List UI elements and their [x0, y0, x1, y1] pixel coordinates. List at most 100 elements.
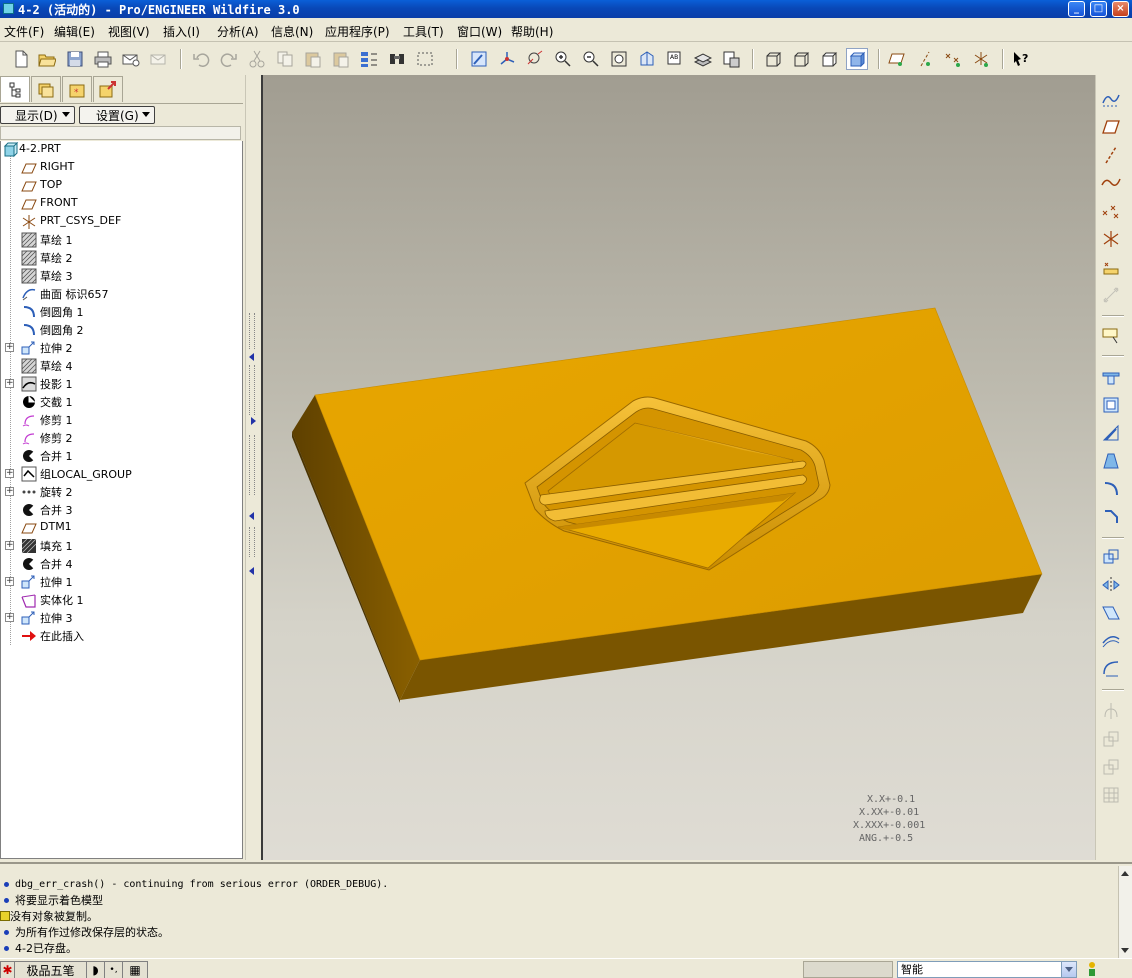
tree-node[interactable]: FRONT [1, 195, 241, 213]
select-box-icon[interactable] [414, 48, 436, 70]
tree-node[interactable]: + 填充 1 [1, 537, 241, 555]
soft-keyboard-icon[interactable]: ▦ [123, 962, 147, 978]
save-icon[interactable] [64, 48, 86, 70]
thicken-icon[interactable] [1099, 657, 1123, 681]
cut-icon[interactable] [246, 48, 268, 70]
saved-views-icon[interactable]: AB [664, 48, 686, 70]
copy-feature-icon[interactable] [1099, 545, 1123, 569]
menu-edit[interactable]: 编辑(E) [54, 23, 95, 40]
trim-tool-icon[interactable] [1099, 629, 1123, 653]
tree-node[interactable]: TOP [1, 177, 241, 195]
hole-icon[interactable] [1099, 365, 1123, 389]
panel-splitter[interactable] [245, 75, 258, 860]
merge-tool-icon[interactable] [1099, 601, 1123, 625]
half-width-icon[interactable]: ◗ [87, 962, 105, 978]
hidden-line-icon[interactable] [790, 48, 812, 70]
show-dropdown[interactable]: 显示(D) [0, 106, 75, 124]
tree-node[interactable]: 修剪 2 [1, 429, 241, 447]
tree-node[interactable]: 合并 4 [1, 555, 241, 573]
datum-curve-icon[interactable] [1099, 171, 1123, 195]
tree-node[interactable]: + 投影 1 [1, 375, 241, 393]
zoom-in-icon[interactable] [552, 48, 574, 70]
menu-view[interactable]: 视图(V) [108, 23, 150, 40]
paste-icon[interactable] [302, 48, 324, 70]
tab-connections[interactable] [93, 76, 123, 102]
copy-icon[interactable] [274, 48, 296, 70]
tree-node[interactable]: 曲面 标识657 [1, 285, 241, 303]
menu-insert[interactable]: 插入(I) [163, 23, 200, 40]
tree-node[interactable]: 交截 1 [1, 393, 241, 411]
regenerate-icon[interactable] [358, 48, 380, 70]
tree-node[interactable]: RIGHT [1, 159, 241, 177]
tree-node[interactable]: + 拉伸 2 [1, 339, 241, 357]
collapse-arrow-icon[interactable] [249, 567, 254, 575]
orient-icon[interactable] [524, 48, 546, 70]
repaint-icon[interactable] [468, 48, 490, 70]
menu-applications[interactable]: 应用程序(P) [325, 23, 390, 40]
expand-node-icon[interactable]: + [5, 577, 14, 586]
tree-node[interactable]: 在此插入 [1, 627, 241, 645]
draft-icon[interactable] [1099, 449, 1123, 473]
tree-node[interactable]: 合并 3 [1, 501, 241, 519]
open-folder-icon[interactable] [36, 48, 58, 70]
chevron-down-icon[interactable] [1061, 962, 1076, 977]
expand-node-icon[interactable]: + [5, 343, 14, 352]
tree-node[interactable]: + 旋转 2 [1, 483, 241, 501]
tree-node[interactable]: + 拉伸 1 [1, 573, 241, 591]
tab-model-tree[interactable] [0, 76, 30, 102]
tree-node[interactable]: + 拉伸 3 [1, 609, 241, 627]
view-manager-icon[interactable] [720, 48, 742, 70]
menu-tools[interactable]: 工具(T) [403, 23, 444, 40]
zoom-out-icon[interactable] [580, 48, 602, 70]
reorient-icon[interactable] [636, 48, 658, 70]
mirror-icon[interactable] [1099, 573, 1123, 597]
new-file-icon[interactable] [10, 48, 32, 70]
tree-node[interactable]: 合并 1 [1, 447, 241, 465]
sketched-datum-curve-icon[interactable] [1099, 87, 1123, 111]
expand-node-icon[interactable]: + [5, 379, 14, 388]
punctuation-icon[interactable]: •, [105, 962, 123, 978]
tree-node[interactable]: 草绘 3 [1, 267, 241, 285]
layers-icon[interactable] [692, 48, 714, 70]
close-button[interactable]: × [1112, 1, 1129, 17]
tree-root-node[interactable]: 4-2.PRT [1, 141, 241, 159]
collapse-arrow-icon[interactable] [249, 512, 254, 520]
datum-points-toggle-icon[interactable] [942, 48, 964, 70]
expand-arrow-icon[interactable] [251, 417, 256, 425]
ime-indicator[interactable]: ✱ 极品五笔 ◗ •, ▦ [0, 961, 148, 978]
expand-node-icon[interactable]: + [5, 469, 14, 478]
graphics-viewport[interactable]: X.X+-0.1 X.XX+-0.01 X.XXX+-0.001 ANG.+-0… [261, 75, 1095, 860]
shell-icon[interactable] [1099, 393, 1123, 417]
redo-icon[interactable] [218, 48, 240, 70]
undo-icon[interactable] [190, 48, 212, 70]
wireframe-icon[interactable] [762, 48, 784, 70]
chamfer-tool-icon[interactable] [1099, 505, 1123, 529]
csys-toggle-icon[interactable] [970, 48, 992, 70]
maximize-button[interactable]: □ [1090, 1, 1107, 17]
tree-node[interactable]: 倒圆角 1 [1, 303, 241, 321]
expand-node-icon[interactable]: + [5, 487, 14, 496]
tab-favorites[interactable]: * [62, 76, 92, 102]
menu-info[interactable]: 信息(N) [271, 23, 313, 40]
tree-node[interactable]: 倒圆角 2 [1, 321, 241, 339]
annotation-icon[interactable] [1099, 323, 1123, 347]
model-shaded-view[interactable] [263, 75, 1095, 860]
selection-filter[interactable]: 智能 [897, 961, 1077, 978]
datum-plane-icon[interactable] [1099, 115, 1123, 139]
find-icon[interactable] [386, 48, 408, 70]
shading-icon[interactable] [846, 48, 868, 70]
datum-point-icon[interactable] [1099, 199, 1123, 223]
no-hidden-icon[interactable] [818, 48, 840, 70]
round-tool-icon[interactable] [1099, 477, 1123, 501]
tree-node[interactable]: 草绘 2 [1, 249, 241, 267]
settings-dropdown[interactable]: 设置(G) [79, 106, 155, 124]
paste-special-icon[interactable] [330, 48, 352, 70]
tree-node[interactable]: DTM1 [1, 519, 241, 537]
rib-icon[interactable] [1099, 421, 1123, 445]
datum-axes-toggle-icon[interactable] [914, 48, 936, 70]
email-link-icon[interactable] [148, 48, 170, 70]
message-scrollbar[interactable] [1118, 866, 1132, 958]
datum-csys-icon[interactable] [1099, 227, 1123, 251]
email-icon[interactable] [120, 48, 142, 70]
tree-node[interactable]: PRT_CSYS_DEF [1, 213, 241, 231]
